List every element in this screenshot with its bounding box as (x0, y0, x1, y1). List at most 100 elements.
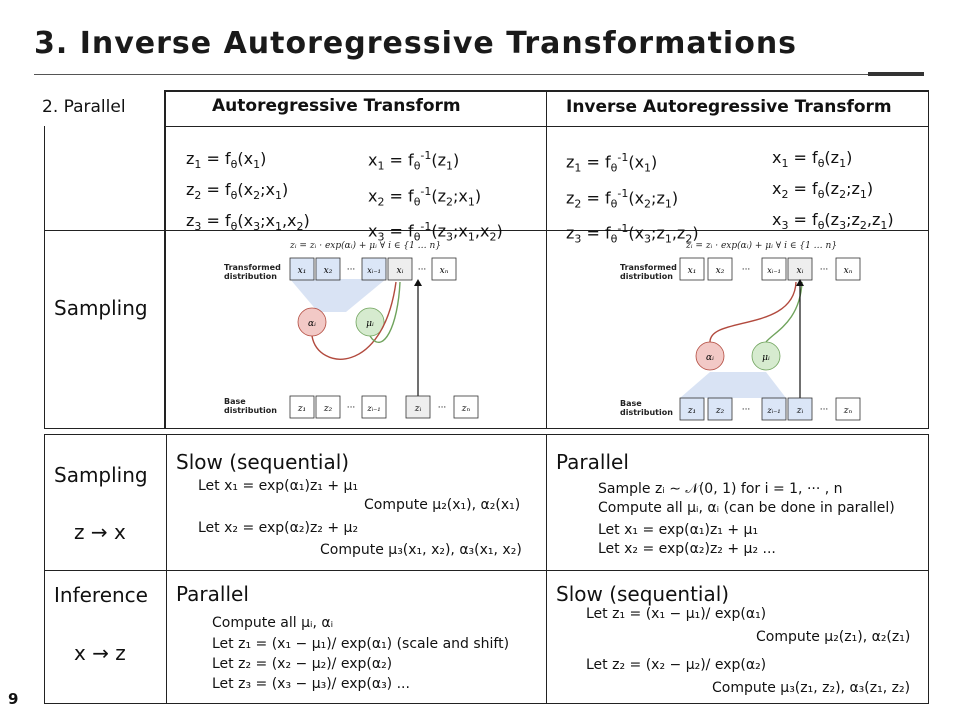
row-label-sampling: Sampling (54, 463, 148, 487)
ar-transformed-label-2: distribution (224, 272, 277, 281)
ar-sampling-diagram: zᵢ = zᵢ · exp(αᵢ) + μᵢ ∀ i ∈ {1 … n} Tra… (224, 240, 479, 419)
iaf-sampling-step-3: Let x₁ = exp(α₁)z₁ + μ₁ (598, 522, 759, 538)
iaf-top-cell-label-3: ··· (742, 265, 751, 275)
ar-top-cell-label-5: xᵢ (397, 266, 404, 276)
table2-col-mid (546, 434, 547, 704)
iaf-inference-step-3: Let z₂ = (x₂ − μ₂)/ exp(α₂) (586, 657, 767, 673)
page-number: 9 (8, 690, 19, 708)
iaf-inverse-eq-2: x2 = fθ(z2;z1) (772, 179, 874, 202)
ar-forward-equations: z1 = fθ(x1) z2 = fθ(x2;x1) z3 = fθ(x3;x1… (186, 146, 310, 240)
ar-bottom-cell-label-4: zᵢ₋₁ (366, 404, 380, 413)
ar-top-cell-label-2: x₂ (324, 266, 333, 276)
ar-mu-label: μᵢ (366, 319, 374, 329)
ar-sampling-step-4: Compute μ₃(x₁, x₂), α₃(x₁, x₂) (320, 542, 522, 558)
row-sublabel-z-to-x: z → x (74, 520, 126, 544)
iaf-alpha-label: αᵢ (706, 353, 714, 363)
ar-diagram-equation: zᵢ = zᵢ · exp(αᵢ) + μᵢ ∀ i ∈ {1 … n} (289, 240, 441, 251)
table-col-mid (546, 90, 547, 429)
page-title: 3. Inverse Autoregressive Transformation… (34, 26, 798, 61)
iaf-inverse-eq-3: x3 = fθ(z3;z2,z1) (772, 210, 894, 233)
ar-bottom-cell-label-2: z₂ (323, 404, 333, 414)
iaf-sampling-step-4: Let x₂ = exp(α₂)z₂ + μ₂ ... (598, 541, 776, 557)
iaf-diagram-equation: zᵢ = zᵢ · exp(αᵢ) + μᵢ ∀ i ∈ {1 … n} (685, 240, 837, 251)
ar-sampling-step-3: Let x₂ = exp(α₂)z₂ + μ₂ (198, 520, 359, 536)
iaf-bottom-cell-label-3: ··· (742, 405, 751, 415)
iaf-bottom-cell-label-6: ··· (820, 405, 829, 415)
ar-inference-step-2: Let z₁ = (x₁ − μ₁)/ exp(α₁) (scale and s… (212, 636, 510, 652)
table-col-right (928, 90, 929, 429)
ar-top-cell-label-6: ··· (418, 265, 427, 275)
ar-sampling-step-1: Let x₁ = exp(α₁)z₁ + μ₁ (198, 478, 359, 494)
ar-top-cell-label-7: xₙ (440, 266, 449, 276)
ar-top-cell-label-3: ··· (347, 265, 356, 275)
title-divider (34, 74, 924, 75)
iaf-sampling-speed: Parallel (556, 450, 629, 474)
row-label-inference: Inference (54, 583, 148, 607)
ar-inverse-equations: x1 = fθ-1(z1) x2 = fθ-1(z2;x1) x3 = fθ-1… (368, 143, 503, 250)
iaf-mu-label: μᵢ (762, 353, 770, 363)
ar-inference-step-4: Let z₃ = (x₃ − μ₃)/ exp(α₃) ... (212, 676, 410, 692)
iaf-transformed-label-2: distribution (620, 272, 673, 281)
table-col-left (164, 90, 166, 429)
iaf-inverse-equations: x1 = fθ(z1) x2 = fθ(z2;z1) x3 = fθ(z3;z2… (772, 145, 894, 239)
iaf-fan-shape (680, 372, 786, 398)
iaf-sampling-diagram: zᵢ = zᵢ · exp(αᵢ) + μᵢ ∀ i ∈ {1 … n} Tra… (620, 240, 861, 421)
table2-rule-mid (44, 570, 928, 571)
table2-col-outer-left (44, 434, 45, 704)
ar-top-cell-label-4: xᵢ₋₁ (367, 266, 381, 275)
ar-forward-eq-3: z3 = fθ(x3;x1,x2) (186, 211, 310, 234)
ar-bottom-cell-label-6: ··· (438, 403, 447, 413)
ar-sampling-speed: Slow (sequential) (176, 450, 350, 474)
iaf-alpha-arrow (709, 281, 797, 343)
table2-border-top (44, 434, 928, 435)
ar-inverse-eq-1: x1 = fθ-1(z1) (368, 149, 460, 173)
ar-transformed-label-1: Transformed (224, 263, 281, 272)
ar-bottom-cell-label-3: ··· (347, 403, 356, 413)
iaf-bottom-cell-label-7: zₙ (843, 406, 853, 416)
iaf-top-cell-label-6: ··· (820, 265, 829, 275)
iaf-inverse-eq-1: x1 = fθ(z1) (772, 148, 853, 171)
ar-base-label-2: distribution (224, 406, 277, 415)
table-col-outer-left (44, 126, 45, 429)
iaf-base-label-1: Base (620, 399, 642, 408)
iaf-inference-step-4: Compute μ₃(z₁, z₂), α₃(z₁, z₂) (712, 680, 911, 696)
iaf-inference-step-2: Compute μ₂(z₁), α₂(z₁) (756, 629, 911, 645)
ar-forward-eq-1: z1 = fθ(x1) (186, 149, 267, 172)
title-accent-bar (868, 72, 924, 76)
table2-border-bottom (44, 703, 928, 704)
iaf-sampling-step-1: Sample zᵢ ∼ 𝒩(0, 1) for i = 1, ··· , n (598, 481, 843, 497)
ar-bottom-cell-label-7: zₙ (461, 404, 471, 414)
ar-arrow-head (414, 279, 422, 286)
iaf-base-label-2: distribution (620, 408, 673, 417)
col-header-autoregressive: Autoregressive Transform (212, 96, 461, 116)
ar-bottom-cell-label-5: zᵢ (414, 404, 422, 414)
iaf-inference-step-1: Let z₁ = (x₁ − μ₁)/ exp(α₁) (586, 606, 767, 622)
iaf-sampling-step-2: Compute all μᵢ, αᵢ (can be done in paral… (598, 500, 895, 516)
row-label-sampling-diagram: Sampling (54, 296, 148, 320)
ar-base-label-1: Base (224, 397, 246, 406)
iaf-top-cell-label-7: xₙ (844, 266, 853, 276)
iaf-transformed-label-1: Transformed (620, 263, 677, 272)
iaf-forward-eq-2: z2 = fθ-1(x2;z1) (566, 186, 679, 211)
iaf-bottom-cell-label-4: zᵢ₋₁ (766, 406, 780, 415)
ar-top-cell-label-1: x₁ (298, 266, 307, 276)
iaf-bottom-cell-label-2: z₂ (715, 406, 725, 416)
iaf-top-cell-label-4: xᵢ₋₁ (767, 266, 781, 275)
iaf-inference-speed: Slow (sequential) (556, 582, 730, 606)
iaf-mu-arrow (765, 281, 803, 343)
iaf-bottom-cell-label-5: zᵢ (796, 406, 804, 416)
iaf-bottom-cell-label-1: z₁ (687, 406, 696, 416)
table2-col-right (928, 434, 929, 704)
iaf-top-cell-label-5: xᵢ (797, 266, 804, 276)
table-rule-diagrams (44, 428, 928, 429)
ar-inference-step-1: Compute all μᵢ, αᵢ (212, 615, 334, 631)
col-header-inverse-autoregressive: Inverse Autoregressive Transform (566, 97, 892, 117)
iaf-forward-eq-1: z1 = fθ-1(x1) (566, 151, 658, 175)
table2-col-left (166, 434, 167, 704)
row-sublabel-x-to-z: x → z (74, 641, 126, 665)
iaf-top-cell-label-1: x₁ (688, 266, 697, 276)
iaf-top-cell-label-2: x₂ (716, 266, 725, 276)
ar-inference-step-3: Let z₂ = (x₂ − μ₂)/ exp(α₂) (212, 656, 393, 672)
ar-sampling-step-2: Compute μ₂(x₁), α₂(x₁) (364, 497, 521, 513)
ar-alpha-label: αᵢ (308, 319, 316, 329)
